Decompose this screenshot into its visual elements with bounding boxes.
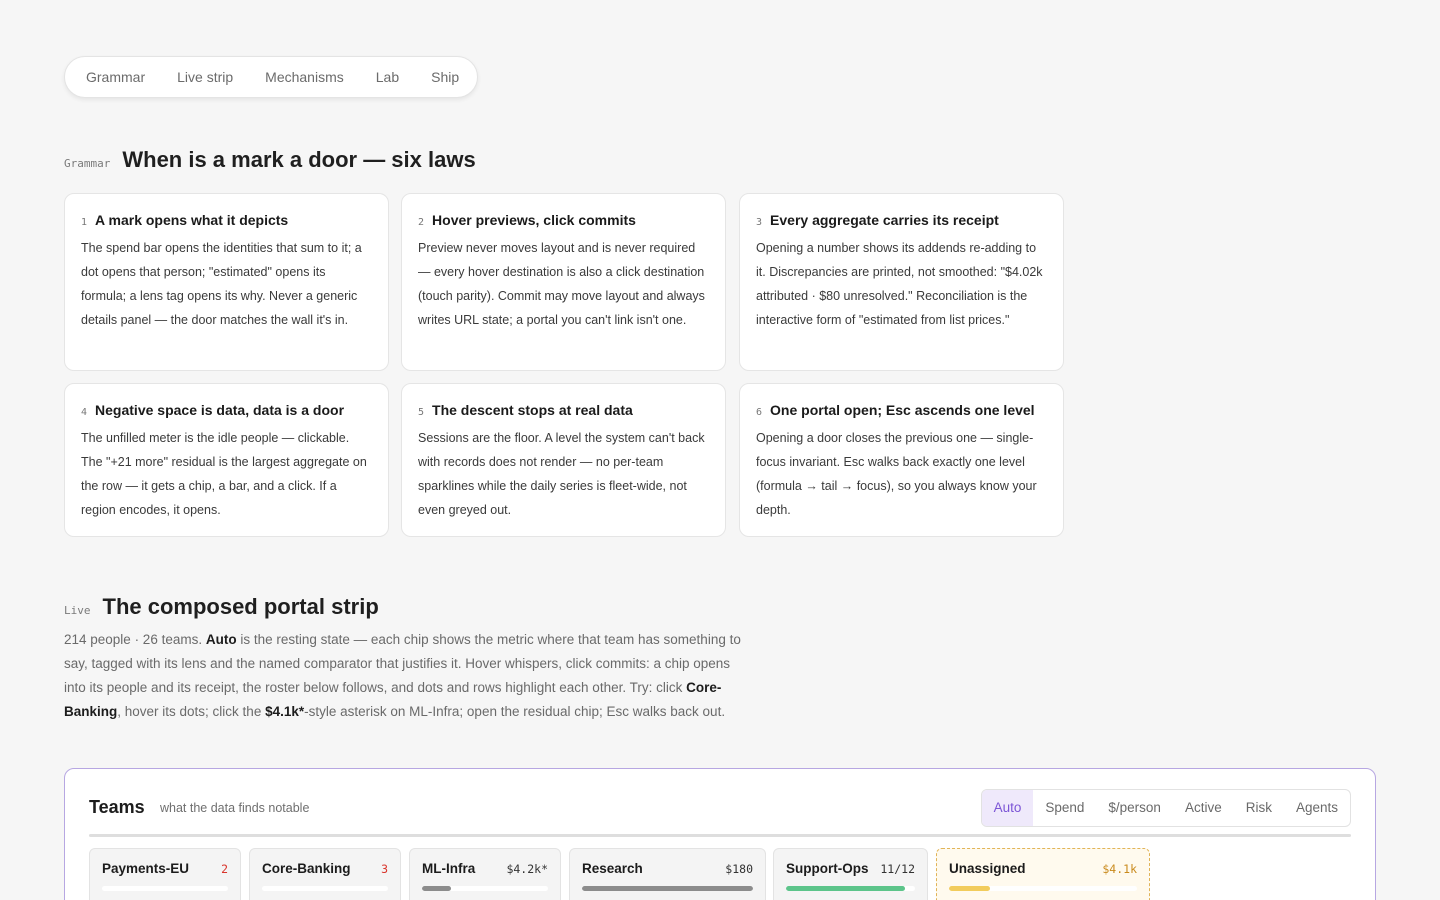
panel-divider — [89, 834, 1351, 837]
law-number: 6 — [756, 407, 763, 418]
law-title: Hover previews, click commits — [432, 212, 636, 228]
law-body: The unfilled meter is the idle people — … — [81, 431, 367, 517]
chip-meter[interactable] — [262, 886, 388, 891]
nav-item-grammar[interactable]: Grammar — [70, 56, 161, 98]
live-heading: Live The composed portal strip — [64, 594, 379, 620]
law-number: 4 — [81, 407, 88, 418]
live-title: The composed portal strip — [102, 594, 379, 619]
nav-item-mechanisms[interactable]: Mechanisms — [249, 56, 360, 98]
law-body: Opening a door closes the previous one —… — [756, 431, 1037, 517]
panel-title: Teams — [89, 797, 145, 817]
law-body: Preview never moves layout and is never … — [418, 241, 705, 327]
law-number: 1 — [81, 217, 88, 228]
lens-spend[interactable]: Spend — [1033, 790, 1096, 826]
chip-name: Payments-EU — [102, 861, 190, 876]
desc-emphasis-asterisk: $4.1k* — [265, 704, 305, 719]
chip-meter[interactable] — [582, 886, 753, 891]
law-number: 5 — [418, 407, 425, 418]
team-chip-unassigned[interactable]: Unassigned $4.1k — [936, 848, 1150, 900]
grammar-title: When is a mark a door — six laws — [122, 147, 476, 172]
desc-text: -style asterisk on ML-Infra; open the re… — [304, 704, 726, 719]
lens-selector: Auto Spend $/person Active Risk Agents — [980, 789, 1351, 827]
chip-value: $180 — [725, 862, 753, 876]
chip-name: Unassigned — [949, 861, 1026, 876]
law-number: 2 — [418, 217, 425, 228]
teams-panel: Teams what the data finds notable Auto S… — [64, 768, 1376, 900]
law-title: A mark opens what it depicts — [95, 212, 289, 228]
team-chip-payments-eu[interactable]: Payments-EU 2 — [89, 848, 241, 900]
chip-name: Research — [582, 861, 643, 876]
grammar-eyebrow: Grammar — [64, 157, 111, 170]
lens-auto[interactable]: Auto — [981, 790, 1034, 826]
chip-meter[interactable] — [422, 886, 548, 891]
live-description: 214 people · 26 teams. Auto is the resti… — [64, 628, 748, 724]
chip-name: Core-Banking — [262, 861, 351, 876]
law-title: One portal open; Esc ascends one level — [770, 402, 1035, 418]
lens-active[interactable]: Active — [1173, 790, 1234, 826]
team-chip-research[interactable]: Research $180 — [569, 848, 766, 900]
live-eyebrow: Live — [64, 604, 91, 617]
law-card-4: 4 Negative space is data, data is a door … — [64, 383, 389, 537]
chip-meter-fill — [786, 886, 905, 891]
chip-meter[interactable] — [102, 886, 228, 891]
section-nav: Grammar Live strip Mechanisms Lab Ship — [64, 56, 478, 98]
desc-emphasis-auto: Auto — [205, 632, 237, 647]
nav-item-live-strip[interactable]: Live strip — [161, 56, 249, 98]
grammar-heading: Grammar When is a mark a door — six laws — [64, 147, 476, 173]
law-card-5: 5 The descent stops at real data Sessions… — [401, 383, 726, 537]
chip-name: Support-Ops — [786, 861, 869, 876]
chip-meter-fill — [949, 886, 991, 891]
chip-meter[interactable] — [786, 886, 915, 891]
chip-value: 3 — [381, 862, 388, 876]
chip-value: $4.1k — [1102, 862, 1137, 876]
chip-name: ML-Infra — [422, 861, 476, 876]
law-card-2: 2 Hover previews, click commits Preview n… — [401, 193, 726, 371]
law-card-6: 6 One portal open; Esc ascends one level … — [739, 383, 1064, 537]
law-body: The spend bar opens the identities that … — [81, 241, 362, 327]
team-chip-core-banking[interactable]: Core-Banking 3 — [249, 848, 401, 900]
chip-value: 2 — [221, 862, 228, 876]
lens-risk[interactable]: Risk — [1234, 790, 1284, 826]
chip-value: 11/12 — [880, 862, 915, 876]
law-body: Sessions are the floor. A level the syst… — [418, 431, 705, 517]
nav-item-lab[interactable]: Lab — [360, 56, 415, 98]
law-title: The descent stops at real data — [432, 402, 633, 418]
nav-item-ship[interactable]: Ship — [415, 56, 475, 98]
desc-text: 214 people · 26 teams. — [64, 632, 206, 647]
law-title: Negative space is data, data is a door — [95, 402, 345, 418]
chip-meter-fill — [582, 886, 753, 891]
desc-text: , hover its dots; click the — [117, 704, 266, 719]
chip-meter[interactable] — [949, 886, 1137, 891]
law-card-3: 3 Every aggregate carries its receipt Ope… — [739, 193, 1064, 371]
panel-subtitle: what the data finds notable — [160, 801, 310, 815]
law-number: 3 — [756, 217, 763, 228]
chip-value[interactable]: $4.2k* — [506, 862, 548, 876]
law-card-1: 1 A mark opens what it depicts The spend … — [64, 193, 389, 371]
lens-per-person[interactable]: $/person — [1096, 790, 1173, 826]
lens-agents[interactable]: Agents — [1284, 790, 1350, 826]
team-chip-ml-infra[interactable]: ML-Infra $4.2k* — [409, 848, 561, 900]
law-body: Opening a number shows its addends re-ad… — [756, 241, 1043, 327]
team-chip-support-ops[interactable]: Support-Ops 11/12 — [773, 848, 928, 900]
law-title: Every aggregate carries its receipt — [770, 212, 999, 228]
chip-meter-fill — [422, 886, 451, 891]
